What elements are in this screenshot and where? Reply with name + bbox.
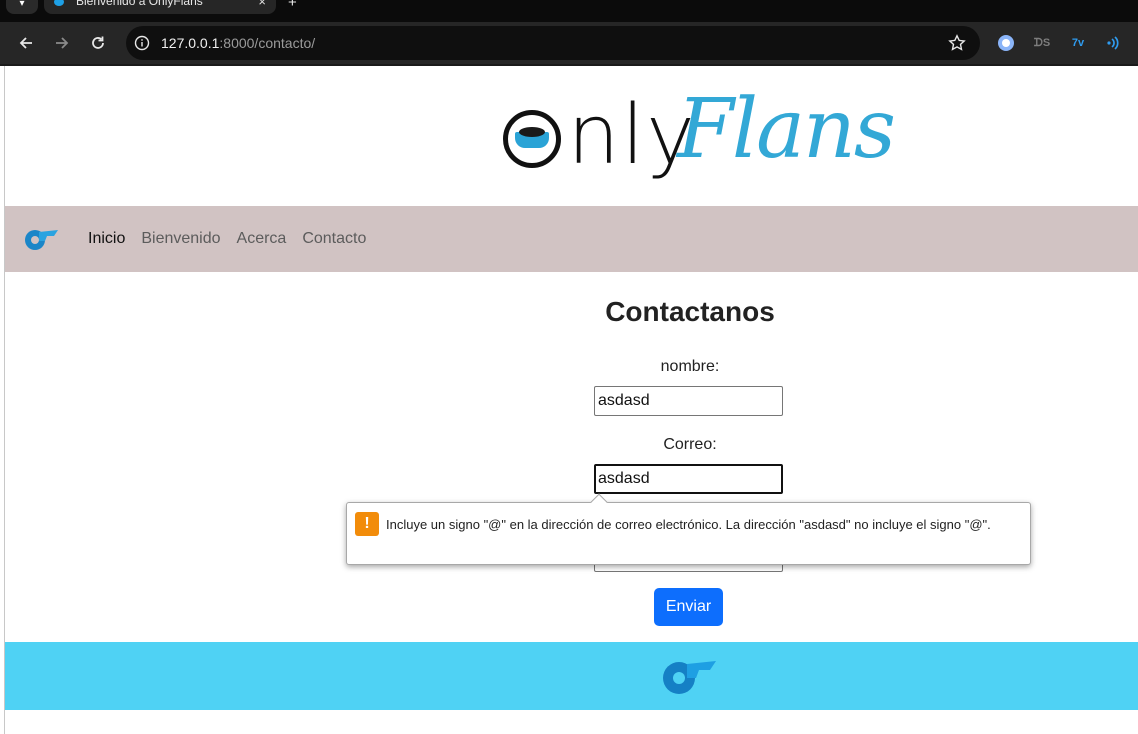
nav-item-contacto[interactable]: Contacto xyxy=(302,230,366,248)
logo-text-flans: Flans xyxy=(677,82,896,177)
favicon-icon xyxy=(54,0,64,6)
nav-item-acerca[interactable]: Acerca xyxy=(237,230,287,248)
site-info-icon[interactable] xyxy=(134,35,150,56)
browser-tabstrip: ▾ Bienvenido a OnlyFlans × + xyxy=(0,0,1138,22)
new-tab-button[interactable]: + xyxy=(288,0,297,11)
reload-icon[interactable] xyxy=(86,31,110,55)
enviar-button[interactable]: Enviar xyxy=(654,588,723,626)
nombre-label: nombre: xyxy=(660,358,720,375)
validation-tooltip: ! Incluye un signo "@" en la dirección d… xyxy=(346,493,1031,565)
page-content: Only Flans Inicio Bienvenido Acerca Cont… xyxy=(4,66,1138,734)
nombre-input[interactable] xyxy=(594,386,783,416)
onlyflans-logo: Only Flans xyxy=(501,82,896,194)
bookmark-star-icon[interactable] xyxy=(948,34,966,57)
warning-icon: ! xyxy=(355,512,379,536)
ds-extension-icon[interactable]: ᗪS xyxy=(1032,33,1052,53)
nav-links: Inicio Bienvenido Acerca Contacto xyxy=(88,230,366,248)
nav-item-inicio[interactable]: Inicio xyxy=(88,230,125,248)
audio-extension-icon[interactable] xyxy=(1104,33,1124,53)
url-text: 127.0.0.1:8000/contacto/ xyxy=(161,35,316,51)
brand-logo-icon[interactable] xyxy=(23,226,59,252)
logo-text-only: Only xyxy=(567,88,697,183)
correo-label: Correo: xyxy=(663,436,717,453)
validation-message: Incluye un signo "@" en la dirección de … xyxy=(386,517,991,532)
close-tab-icon[interactable]: × xyxy=(258,0,266,9)
tab-title: Bienvenido a OnlyFlans xyxy=(76,0,203,8)
tab-search-button[interactable]: ▾ xyxy=(6,0,38,14)
correo-input[interactable] xyxy=(594,464,783,494)
nav-item-bienvenido[interactable]: Bienvenido xyxy=(141,230,220,248)
footer xyxy=(5,642,1138,710)
address-bar[interactable]: 127.0.0.1:8000/contacto/ xyxy=(126,26,980,60)
browser-tab[interactable]: Bienvenido a OnlyFlans × xyxy=(44,0,276,14)
lens-icon[interactable] xyxy=(996,33,1016,53)
forward-icon[interactable] xyxy=(50,31,74,55)
footer-logo-icon xyxy=(661,656,717,696)
tv-extension-icon[interactable]: 7v xyxy=(1068,33,1088,53)
back-icon[interactable] xyxy=(14,31,38,55)
page-title: Contactanos xyxy=(605,296,775,327)
tooltip-arrow xyxy=(590,493,608,511)
browser-toolbar: 127.0.0.1:8000/contacto/ ᗪS 7v xyxy=(0,22,1138,64)
navbar: Inicio Bienvenido Acerca Contacto xyxy=(5,206,1138,272)
